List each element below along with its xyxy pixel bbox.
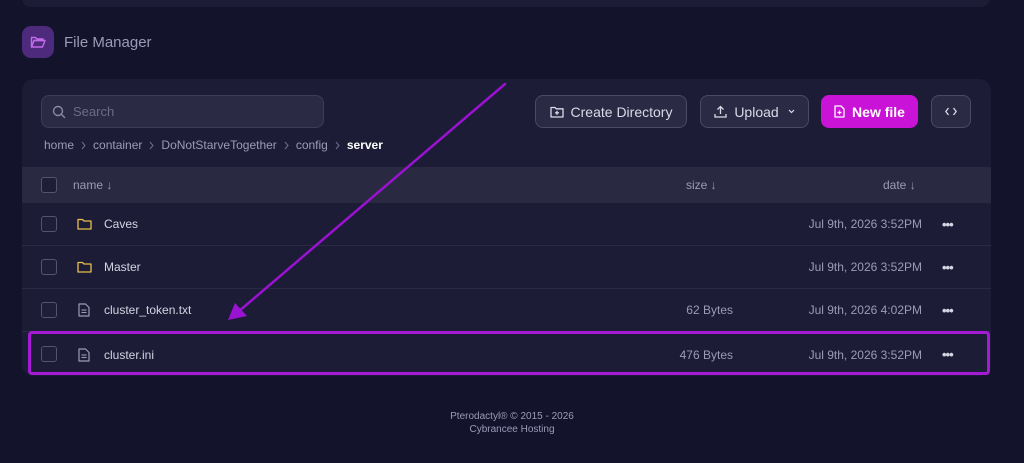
table-row[interactable]: Caves Jul 9th, 2026 3:52PM ••• [22, 203, 991, 246]
footer-hosting: Cybrancee Hosting [469, 424, 555, 435]
more-options-icon[interactable]: ••• [942, 347, 954, 362]
search-input[interactable] [73, 104, 313, 119]
chevron-right-icon [81, 141, 86, 150]
breadcrumb-donotstarvetogether[interactable]: DoNotStarveTogether [161, 138, 276, 152]
more-options-icon[interactable]: ••• [942, 303, 954, 318]
row-checkbox[interactable] [41, 302, 57, 318]
row-checkbox[interactable] [41, 216, 57, 232]
upload-icon [714, 105, 727, 118]
file-date: Jul 9th, 2026 3:52PM [808, 347, 922, 362]
row-checkbox[interactable] [41, 346, 57, 362]
breadcrumb-config[interactable]: config [296, 138, 328, 152]
top-card [22, 0, 990, 7]
folder-icon [77, 218, 92, 230]
chevron-down-icon [788, 109, 795, 114]
breadcrumb-home[interactable]: home [44, 138, 74, 152]
code-icon [945, 107, 957, 116]
table-row[interactable]: cluster.ini 476 Bytes Jul 9th, 2026 3:52… [22, 333, 991, 376]
folder-open-icon [22, 26, 54, 58]
file-size: 476 Bytes [679, 347, 733, 362]
file-date: Jul 9th, 2026 3:52PM [808, 217, 922, 231]
breadcrumb: home container DoNotStarveTogether confi… [44, 138, 383, 152]
chevron-right-icon [284, 141, 289, 150]
table-header: name ↓ size ↓ date ↓ [22, 167, 991, 203]
column-size-header[interactable]: size ↓ [686, 178, 717, 192]
footer-copyright: Pterodactyl® © 2015 - 2026 [450, 411, 574, 422]
new-file-label: New file [852, 103, 905, 120]
upload-label: Upload [734, 103, 779, 120]
row-checkbox[interactable] [41, 259, 57, 275]
create-directory-label: Create Directory [570, 103, 673, 120]
file-size: 62 Bytes [686, 303, 733, 317]
breadcrumb-container[interactable]: container [93, 138, 142, 152]
table-row[interactable]: Master Jul 9th, 2026 3:52PM ••• [22, 246, 991, 289]
search-icon [52, 105, 66, 119]
section-header: File Manager [22, 26, 152, 58]
chevron-right-icon [335, 141, 340, 150]
upload-button[interactable]: Upload [700, 95, 809, 128]
column-date-header[interactable]: date ↓ [883, 178, 916, 192]
file-icon [78, 347, 90, 362]
breadcrumb-current: server [346, 138, 383, 152]
search-box[interactable] [41, 95, 324, 128]
file-name[interactable]: Caves [104, 217, 138, 231]
file-name[interactable]: cluster_token.txt [104, 303, 191, 317]
chevron-right-icon [149, 141, 155, 150]
file-date: Jul 9th, 2026 4:02PM [808, 303, 922, 317]
page-title: File Manager [64, 33, 152, 51]
create-directory-button[interactable]: Create Directory [535, 95, 687, 128]
file-name[interactable]: cluster.ini [104, 348, 154, 362]
file-name[interactable]: Master [104, 260, 141, 274]
column-name-header[interactable]: name ↓ [73, 178, 112, 192]
file-icon [78, 303, 90, 317]
select-all-checkbox[interactable] [41, 177, 57, 193]
file-plus-icon [834, 105, 845, 118]
code-view-button[interactable] [931, 95, 971, 128]
folder-plus-icon [549, 106, 564, 118]
new-file-button[interactable]: New file [821, 95, 918, 128]
file-manager-panel: Create Directory Upload New file home co… [22, 79, 991, 376]
more-options-icon[interactable]: ••• [942, 217, 954, 232]
table-row[interactable]: cluster_token.txt 62 Bytes Jul 9th, 2026… [22, 289, 991, 332]
folder-icon [77, 261, 92, 273]
more-options-icon[interactable]: ••• [942, 260, 954, 275]
file-date: Jul 9th, 2026 3:52PM [808, 260, 922, 274]
